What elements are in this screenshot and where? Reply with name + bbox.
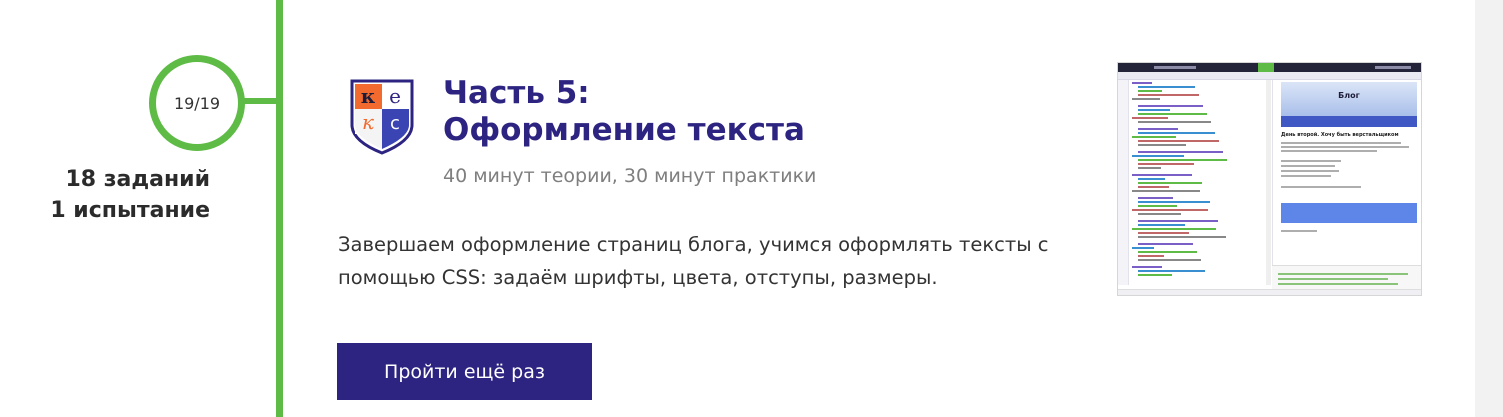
lesson-title-line1: Часть 5: — [443, 75, 590, 111]
lesson-description: Завершаем оформление страниц блога, учим… — [338, 233, 1049, 289]
preview-text-line — [1281, 175, 1331, 177]
preview-code-line — [1138, 94, 1199, 96]
preview-code-line — [1138, 144, 1186, 146]
preview-code-line — [1138, 178, 1165, 180]
preview-console-line — [1278, 283, 1398, 285]
preview-code-line — [1138, 113, 1207, 115]
preview-text-line — [1281, 150, 1377, 152]
progress-label: 19/19 — [173, 93, 221, 113]
svg-text:к: к — [362, 110, 374, 134]
preview-code-line — [1138, 251, 1197, 253]
preview-console-line — [1278, 278, 1388, 280]
svg-text:е: е — [389, 84, 401, 108]
preview-code-line — [1138, 167, 1161, 169]
lesson-title-line2: Оформление текста — [443, 112, 805, 148]
preview-code-line — [1138, 90, 1162, 92]
preview-code-line — [1138, 270, 1205, 272]
code-editor-screenshot-thumbnail: Блог День второй. Хочу быть верстальщико… — [1117, 62, 1422, 296]
preview-code-line — [1132, 82, 1152, 84]
preview-code-line — [1132, 136, 1176, 138]
preview-code-line — [1138, 128, 1178, 130]
preview-code-line — [1138, 121, 1211, 123]
preview-code-line — [1138, 205, 1177, 207]
preview-code-line — [1138, 213, 1181, 215]
preview-code-line — [1132, 209, 1208, 211]
preview-cta-block — [1281, 203, 1417, 223]
preview-sidebar — [1118, 80, 1129, 285]
preview-code-line — [1138, 140, 1219, 142]
preview-post-heading: День второй. Хочу быть верстальщиком — [1281, 132, 1399, 138]
lesson-duration: 40 минут теории, 30 минут практики — [443, 165, 817, 187]
preview-text-line — [1281, 230, 1317, 232]
preview-code-line — [1138, 224, 1185, 226]
preview-code-area — [1130, 82, 1270, 282]
preview-code-line — [1138, 220, 1218, 222]
preview-code-line — [1138, 232, 1189, 234]
preview-text-line — [1281, 186, 1361, 188]
svg-text:к: к — [361, 84, 376, 108]
preview-code-line — [1132, 266, 1162, 268]
preview-blog-title: Блог — [1338, 91, 1360, 100]
progress-indicator: 19/19 — [149, 55, 245, 151]
preview-code-line — [1138, 86, 1195, 88]
preview-code-line — [1132, 174, 1192, 176]
preview-code-line — [1138, 255, 1164, 257]
preview-bottom-bar — [1118, 289, 1421, 295]
keks-shield-logo-icon: к е к с — [350, 79, 414, 155]
preview-text-line — [1281, 146, 1409, 148]
preview-text-line — [1281, 170, 1339, 172]
timeline-line — [276, 0, 283, 417]
preview-code-line — [1138, 236, 1226, 238]
preview-code-line — [1138, 197, 1173, 199]
preview-code-line — [1138, 274, 1172, 276]
preview-tabs — [1118, 72, 1421, 80]
preview-code-line — [1138, 182, 1202, 184]
preview-blog-header: Блог — [1281, 82, 1417, 116]
preview-topbar — [1118, 63, 1421, 72]
preview-code-line — [1132, 190, 1200, 192]
preview-code-line — [1138, 186, 1169, 188]
preview-code-line — [1138, 132, 1215, 134]
preview-code-line — [1138, 243, 1193, 245]
preview-code-line — [1138, 109, 1170, 111]
preview-code-line — [1132, 155, 1184, 157]
preview-text-line — [1281, 142, 1401, 144]
page-gutter — [1475, 0, 1503, 417]
preview-code-line — [1138, 151, 1223, 153]
preview-code-line — [1132, 247, 1154, 249]
preview-code-line — [1132, 98, 1160, 100]
preview-console-line — [1278, 273, 1408, 275]
timeline-connector — [240, 98, 280, 104]
preview-code-line — [1138, 159, 1227, 161]
course-page: 19/19 18 заданий 1 испытание к е к с Час… — [0, 0, 1503, 417]
svg-text:с: с — [390, 113, 400, 134]
lesson-title: Часть 5: Оформление текста — [443, 75, 805, 149]
preview-code-line — [1138, 163, 1194, 165]
preview-code-line — [1138, 105, 1203, 107]
preview-code-line — [1138, 259, 1201, 261]
preview-code-line — [1132, 228, 1216, 230]
preview-text-line — [1281, 160, 1341, 162]
retry-button[interactable]: Пройти ещё раз — [337, 343, 592, 400]
preview-nav-bar — [1281, 116, 1417, 127]
preview-page: Блог День второй. Хочу быть верстальщико… — [1272, 80, 1421, 265]
tasks-count: 18 заданий — [65, 167, 210, 192]
lesson-stats: 18 заданий 1 испытание — [50, 164, 210, 226]
preview-code-line — [1138, 201, 1210, 203]
preview-code-line — [1132, 117, 1168, 119]
challenges-count: 1 испытание — [50, 198, 210, 223]
preview-console — [1272, 265, 1421, 289]
preview-scrollbar — [1266, 80, 1271, 285]
preview-text-line — [1281, 165, 1335, 167]
